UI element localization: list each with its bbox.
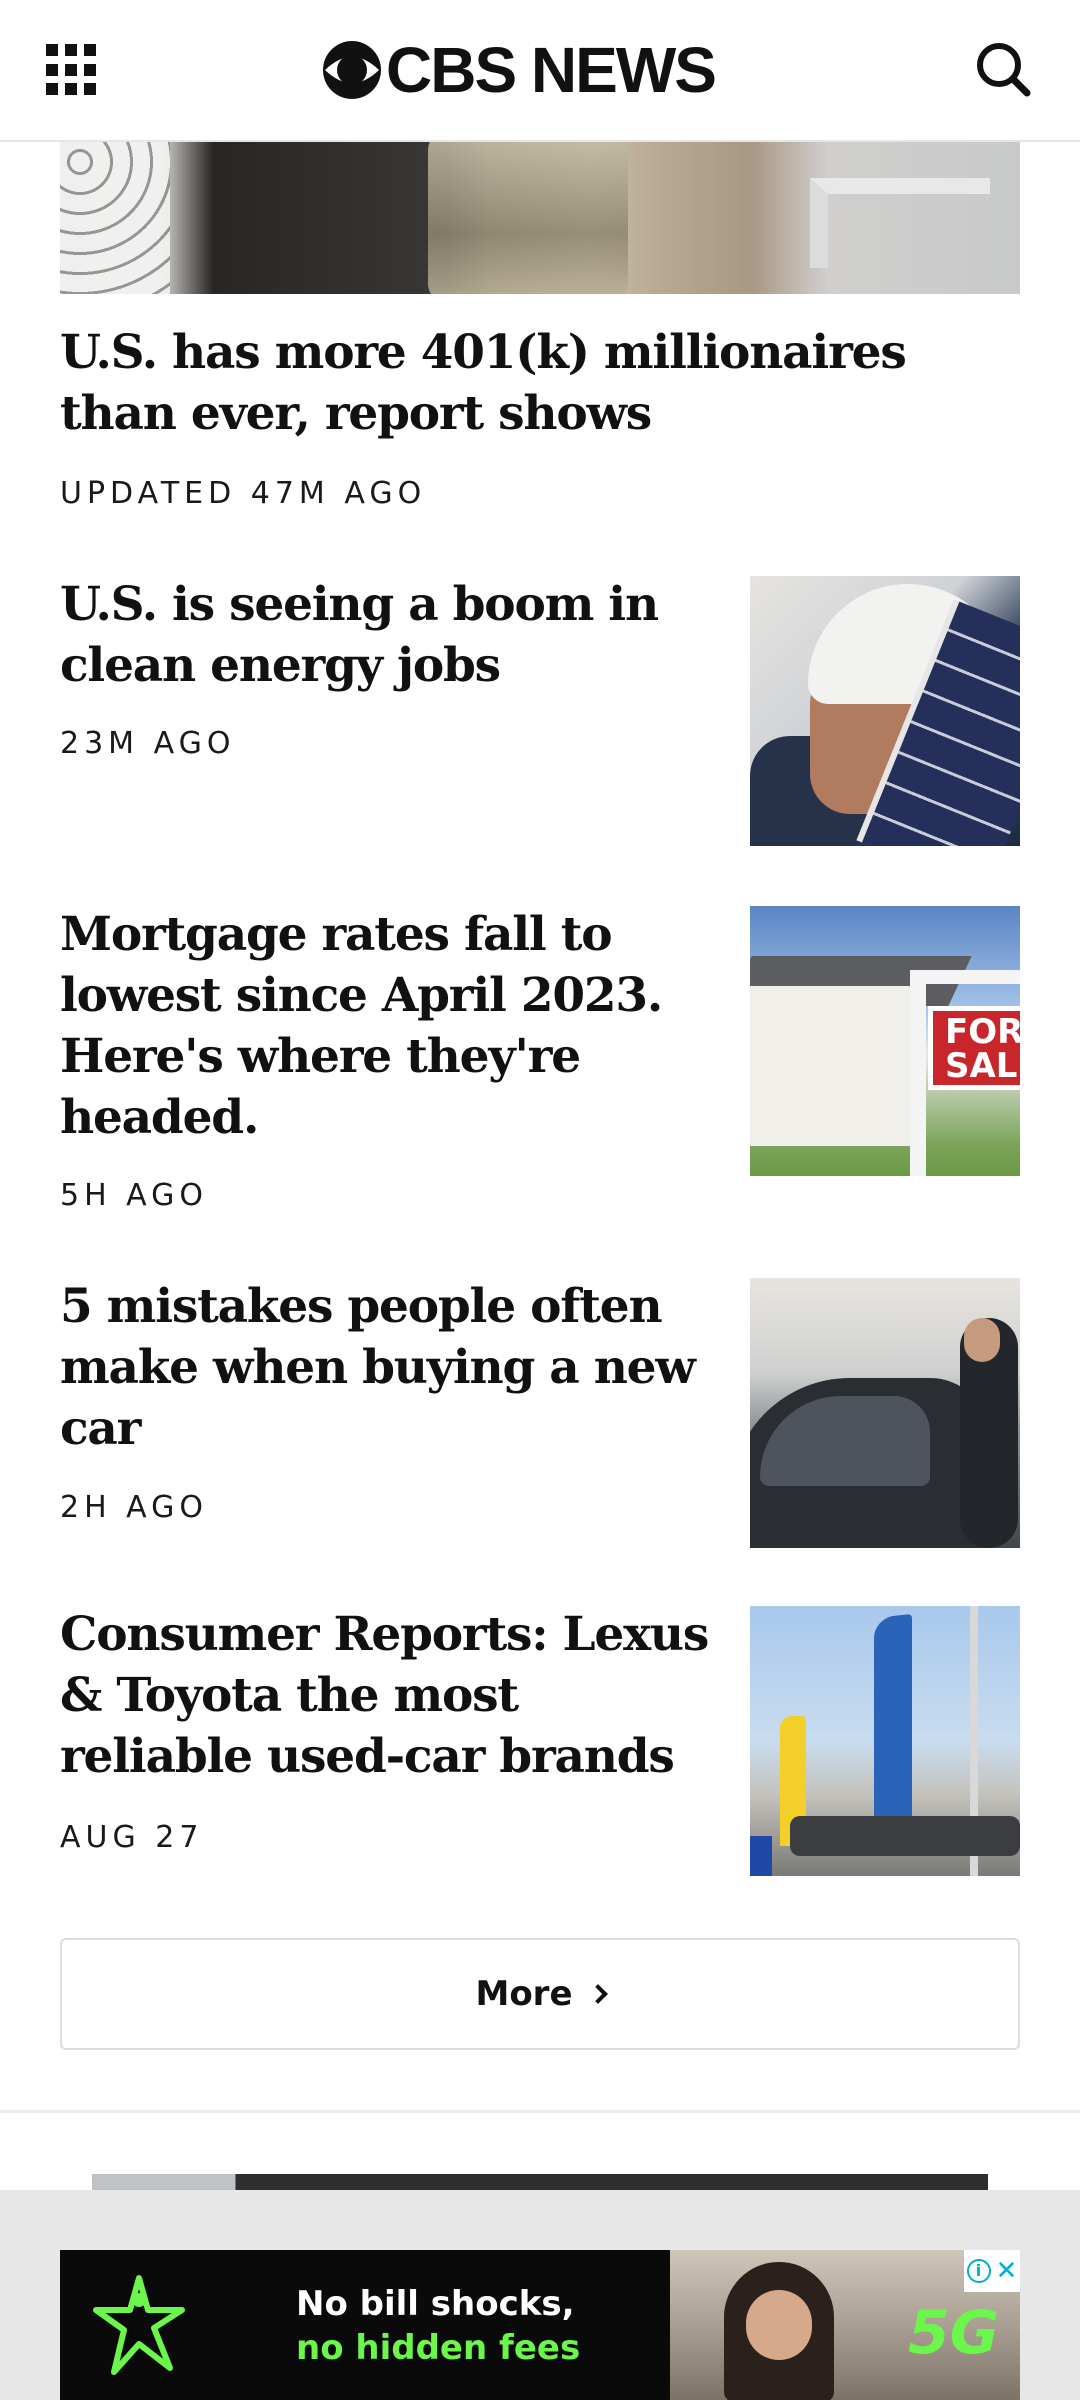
article-timestamp: 23M AGO [60, 726, 236, 761]
article-timestamp: UPDATED 47M AGO [60, 476, 427, 511]
ad-choices[interactable]: i ✕ [964, 2250, 1020, 2292]
article-thumbnail[interactable]: FOR SALE [750, 906, 1020, 1176]
article-headline[interactable]: U.S. is seeing a boom in clean energy jo… [60, 574, 700, 696]
article-headline[interactable]: U.S. has more 401(k) millionaires than e… [60, 322, 1020, 444]
star-person-logo-icon [93, 2275, 185, 2375]
ad-copy: No bill shocks, no hidden fees [296, 2282, 580, 2370]
close-icon[interactable]: ✕ [996, 2258, 1018, 2284]
section-divider [0, 2110, 1080, 2113]
chevron-right-icon [587, 1984, 608, 2004]
search-icon[interactable] [974, 40, 1032, 98]
for-sale-sign: FOR SALE [928, 1006, 1020, 1090]
more-button-label: More [475, 1974, 573, 2014]
article-thumbnail[interactable] [750, 1606, 1020, 1876]
ad-5g-badge: 5G [908, 2298, 999, 2368]
cbs-eye-icon [323, 41, 381, 99]
article-thumbnail[interactable] [750, 1278, 1020, 1548]
info-icon[interactable]: i [966, 2259, 991, 2283]
ad-line-2: no hidden fees [296, 2328, 581, 2368]
ad-banner[interactable]: No bill shocks, no hidden fees 5G i ✕ [60, 2250, 1020, 2400]
article-headline[interactable]: Consumer Reports: Lexus & Toyota the mos… [60, 1604, 720, 1787]
grid-menu-icon[interactable] [46, 44, 98, 96]
more-button[interactable]: More [60, 1938, 1020, 2050]
article-timestamp: 2H AGO [60, 1490, 209, 1525]
article-timestamp: 5H AGO [60, 1178, 209, 1213]
cbs-news-logo[interactable]: CBS NEWS [322, 30, 717, 110]
logo-wordmark: CBS NEWS [386, 34, 717, 106]
article-headline[interactable]: Mortgage rates fall to lowest since Apri… [60, 904, 720, 1148]
article-image-tip-jar[interactable] [60, 142, 1020, 294]
article-thumbnail[interactable] [750, 576, 1020, 846]
article-timestamp: AUG 27 [60, 1820, 204, 1855]
top-header: CBS NEWS [0, 0, 1080, 142]
article-headline[interactable]: 5 mistakes people often make when buying… [60, 1276, 720, 1459]
ad-line-1: No bill shocks, [296, 2284, 575, 2324]
